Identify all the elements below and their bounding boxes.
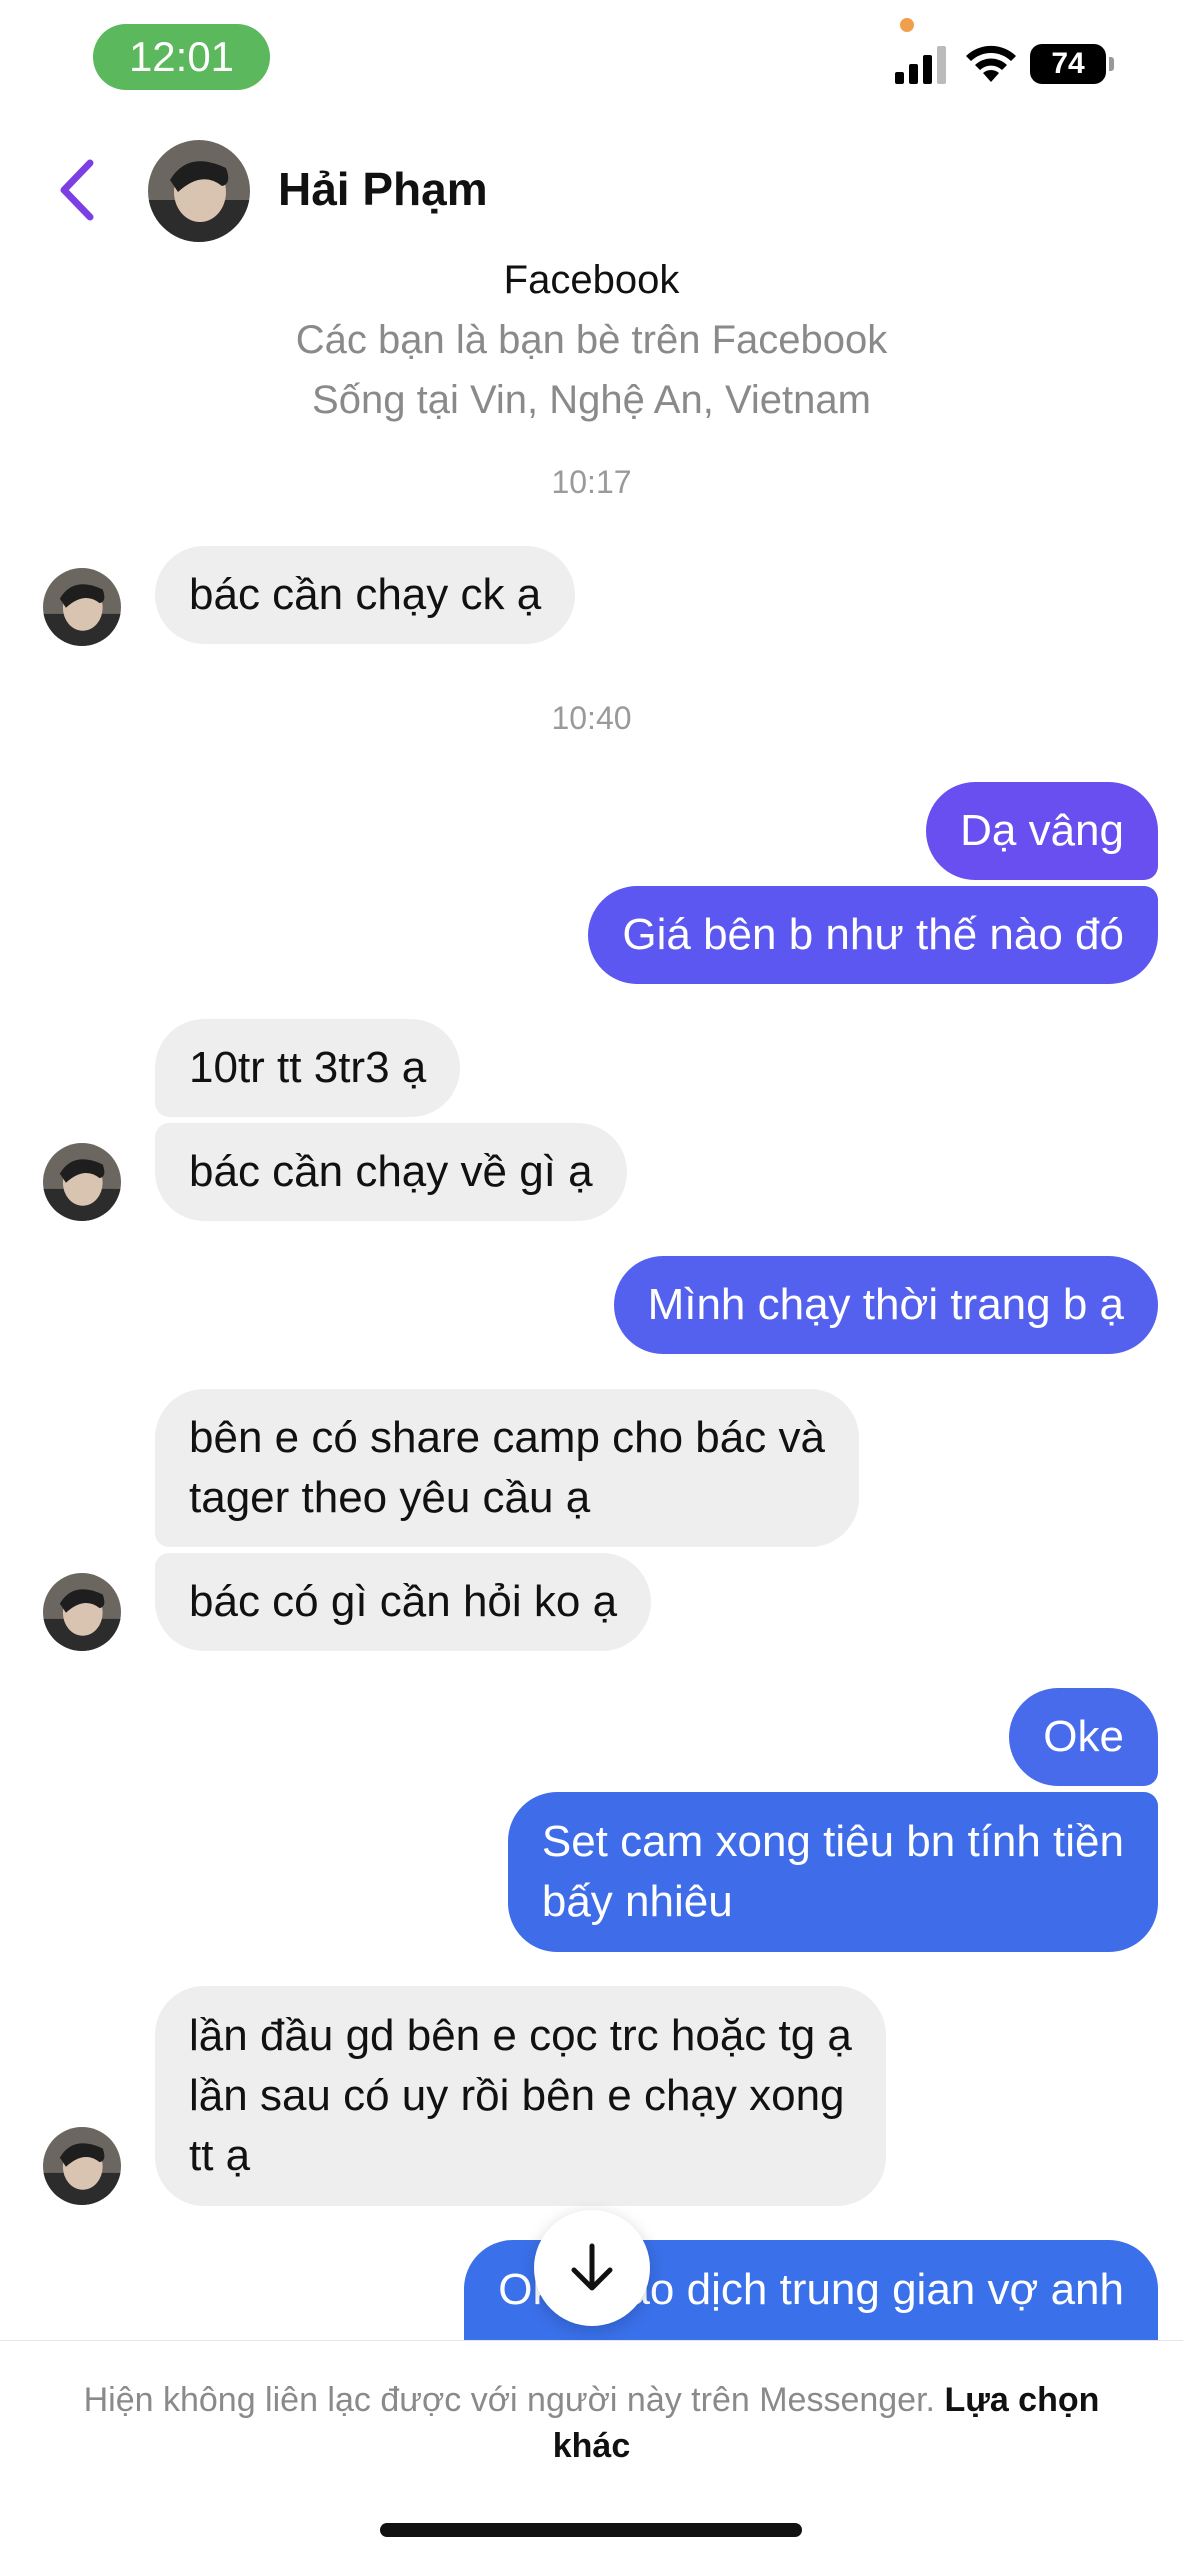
message-bubble-outgoing[interactable]: Giá bên b như thế nào đó [588, 886, 1158, 984]
contact-name[interactable]: Hải Phạm [278, 162, 488, 216]
message-bubble-outgoing[interactable]: Set cam xong tiêu bn tính tiền bấy nhiêu [507, 1792, 1158, 1952]
wifi-icon [966, 45, 1016, 82]
message-bubble-incoming[interactable]: 10tr tt 3tr3 ạ [155, 1019, 461, 1117]
status-time: 12:01 [93, 24, 270, 90]
message-bubble-incoming[interactable]: bác có gì cần hỏi ko ạ [155, 1553, 652, 1651]
timestamp: 10:40 [551, 700, 632, 736]
message-bubble-outgoing[interactable]: Oke [1009, 1688, 1158, 1786]
avatar[interactable] [43, 2127, 121, 2205]
chevron-left-icon[interactable] [52, 155, 102, 225]
contact-avatar[interactable] [148, 140, 250, 242]
message-line: Set cam xong tiêu bn tính tiền [541, 1817, 1124, 1866]
avatar[interactable] [43, 1573, 121, 1651]
avatar[interactable] [43, 568, 121, 646]
profile-location: Sống tại Vin, Nghệ An, Vietnam [312, 378, 871, 422]
footer-notice: Hiện không liên lạc được với người này t… [60, 2377, 1123, 2469]
avatar[interactable] [43, 1143, 121, 1221]
profile-source: Facebook [503, 258, 680, 302]
status-bar: 12:01 74 [0, 0, 1183, 120]
chat-header: Hải Phạm [0, 130, 1183, 250]
message-bubble-incoming[interactable]: bên e có share camp cho bác và tager the… [155, 1389, 859, 1547]
message-line: bấy nhiêu [541, 1877, 733, 1926]
message-line: lần sau có uy rồi bên e chạy xong [189, 2071, 845, 2120]
message-line: bên e có share camp cho bác và [189, 1413, 825, 1462]
scroll-to-bottom-button[interactable] [534, 2210, 650, 2326]
home-indicator[interactable] [380, 2523, 802, 2537]
arrow-down-icon [571, 2243, 613, 2291]
timestamp: 10:17 [551, 464, 632, 500]
message-bubble-incoming[interactable]: lần đầu gd bên e cọc trc hoặc tg ạ lần s… [155, 1986, 886, 2206]
profile-friends: Các bạn là bạn bè trên Facebook [295, 318, 888, 362]
message-bubble-outgoing[interactable]: Mình chạy thời trang b ạ [613, 1256, 1158, 1354]
message-bubble-incoming[interactable]: bác cần chạy ck ạ [155, 546, 576, 644]
message-line: lần đầu gd bên e cọc trc hoặc tg ạ [189, 2011, 852, 2060]
message-bubble-outgoing[interactable]: Dạ vâng [926, 782, 1158, 880]
privacy-indicator-dot [900, 18, 914, 32]
messenger-unavailable-footer: Hiện không liên lạc được với người này t… [0, 2340, 1183, 2560]
message-line: tt ạ [189, 2131, 251, 2180]
message-bubble-incoming[interactable]: bác cần chạy về gì ạ [155, 1123, 627, 1221]
message-line: tager theo yêu cầu ạ [189, 1473, 591, 1522]
signal-icon [895, 46, 946, 84]
battery-icon: 74 [1030, 44, 1114, 84]
footer-notice-text: Hiện không liên lạc được với người này t… [83, 2381, 935, 2419]
profile-info: Facebook Các bạn là bạn bè trên Facebook… [0, 250, 1183, 430]
